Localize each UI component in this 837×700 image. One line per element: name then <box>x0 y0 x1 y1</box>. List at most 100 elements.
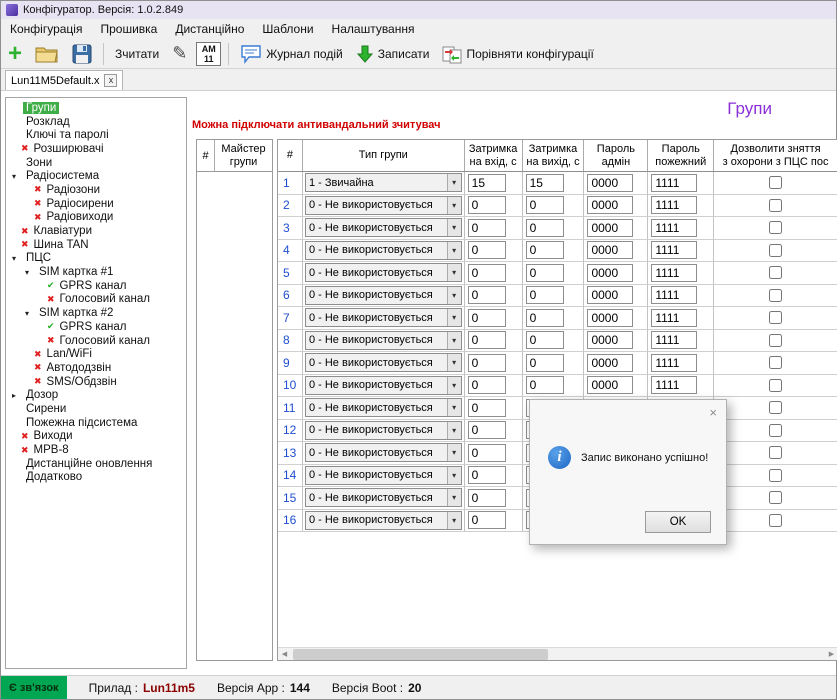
scrollbar-track[interactable] <box>291 648 825 660</box>
tree-item[interactable]: Дистанційне оновлення <box>6 457 186 471</box>
admin-password-input[interactable] <box>587 264 633 282</box>
entry-delay-input[interactable] <box>468 511 506 529</box>
group-type-select[interactable]: 0 - Не використовується ▾ <box>305 218 462 237</box>
disarm-pcs-checkbox[interactable] <box>769 334 782 347</box>
disarm-pcs-checkbox[interactable] <box>769 289 782 302</box>
tree-item[interactable]: ✖ Виходи <box>6 430 186 444</box>
tree-item[interactable]: ✔ GPRS канал <box>6 279 186 293</box>
group-type-select[interactable]: 0 - Не використовується ▾ <box>305 466 462 485</box>
device-address-badge[interactable]: AM 11 <box>196 42 221 66</box>
fire-password-input[interactable] <box>651 331 697 349</box>
tree-item[interactable]: ✖ Lan/WiFi <box>6 347 186 361</box>
tree-item[interactable]: ✖ Радіовиходи <box>6 211 186 225</box>
admin-password-input[interactable] <box>587 376 633 394</box>
scroll-left-icon[interactable]: ◀ <box>278 648 291 661</box>
group-type-select[interactable]: 0 - Не використовується ▾ <box>305 511 462 530</box>
entry-delay-input[interactable] <box>468 399 506 417</box>
admin-password-input[interactable] <box>587 219 633 237</box>
disarm-pcs-checkbox[interactable] <box>769 401 782 414</box>
entry-delay-input[interactable] <box>468 196 506 214</box>
entry-delay-input[interactable] <box>468 174 506 192</box>
entry-delay-input[interactable] <box>468 331 506 349</box>
group-type-select[interactable]: 0 - Не використовується ▾ <box>305 353 462 372</box>
tree-item[interactable]: ▾ ПЦС <box>6 252 186 266</box>
exit-delay-input[interactable] <box>526 331 564 349</box>
admin-password-input[interactable] <box>587 174 633 192</box>
tree-item[interactable]: Ключі та паролі <box>6 128 186 142</box>
disarm-pcs-checkbox[interactable] <box>769 514 782 527</box>
entry-delay-input[interactable] <box>468 241 506 259</box>
entry-delay-input[interactable] <box>468 264 506 282</box>
tree-item[interactable]: ✖ МРВ-8 <box>6 443 186 457</box>
disarm-pcs-checkbox[interactable] <box>769 266 782 279</box>
disarm-pcs-checkbox[interactable] <box>769 176 782 189</box>
group-type-select[interactable]: 1 - Звичайна ▾ <box>305 173 462 192</box>
admin-password-input[interactable] <box>587 241 633 259</box>
group-type-select[interactable]: 0 - Не використовується ▾ <box>305 421 462 440</box>
tree-item[interactable]: ✖ Голосовий канал <box>6 334 186 348</box>
admin-password-input[interactable] <box>587 286 633 304</box>
tree-item[interactable]: Додатково <box>6 471 186 485</box>
open-config-button[interactable] <box>31 41 63 67</box>
group-type-select[interactable]: 0 - Не використовується ▾ <box>305 376 462 395</box>
menu-item[interactable]: Прошивка <box>91 20 166 38</box>
tree-item[interactable]: ✖ SMS/Обдзвін <box>6 375 186 389</box>
event-log-button[interactable]: Журнал подій <box>236 41 346 67</box>
entry-delay-input[interactable] <box>468 466 506 484</box>
tree-item[interactable]: ✖ Шина TAN <box>6 238 186 252</box>
group-type-select[interactable]: 0 - Не використовується ▾ <box>305 398 462 417</box>
group-type-select[interactable]: 0 - Не використовується ▾ <box>305 241 462 260</box>
disarm-pcs-checkbox[interactable] <box>769 469 782 482</box>
fire-password-input[interactable] <box>651 309 697 327</box>
disarm-pcs-checkbox[interactable] <box>769 446 782 459</box>
write-button[interactable]: Записати <box>352 41 434 67</box>
scrollbar-thumb[interactable] <box>293 649 548 660</box>
group-type-select[interactable]: 0 - Не використовується ▾ <box>305 488 462 507</box>
compare-configs-button[interactable]: Порівняти конфігурації <box>438 41 597 67</box>
expander-icon[interactable]: ▾ <box>25 268 34 277</box>
disarm-pcs-checkbox[interactable] <box>769 221 782 234</box>
admin-password-input[interactable] <box>587 196 633 214</box>
exit-delay-input[interactable] <box>526 196 564 214</box>
tree-item[interactable]: ▾ Радіосистема <box>6 169 186 183</box>
entry-delay-input[interactable] <box>468 376 506 394</box>
exit-delay-input[interactable] <box>526 286 564 304</box>
tree-item[interactable]: Групи <box>6 101 186 115</box>
group-type-select[interactable]: 0 - Не використовується ▾ <box>305 443 462 462</box>
tree-item[interactable]: ▾ SIM картка #1 <box>6 265 186 279</box>
read-button[interactable]: Зчитати <box>111 41 163 67</box>
tree-item[interactable]: Розклад <box>6 115 186 129</box>
entry-delay-input[interactable] <box>468 354 506 372</box>
edit-button[interactable]: ✎ <box>168 41 191 67</box>
entry-delay-input[interactable] <box>468 421 506 439</box>
disarm-pcs-checkbox[interactable] <box>769 356 782 369</box>
horizontal-scrollbar[interactable]: ◀ ▶ <box>278 647 837 660</box>
expander-icon[interactable]: ▸ <box>12 391 21 400</box>
expander-icon[interactable]: ▾ <box>25 309 34 318</box>
exit-delay-input[interactable] <box>526 219 564 237</box>
tree-item[interactable]: ✖ Автододзвін <box>6 361 186 375</box>
exit-delay-input[interactable] <box>526 264 564 282</box>
entry-delay-input[interactable] <box>468 309 506 327</box>
fire-password-input[interactable] <box>651 376 697 394</box>
tree-item[interactable]: ✔ GPRS канал <box>6 320 186 334</box>
exit-delay-input[interactable] <box>526 354 564 372</box>
tree-item[interactable]: ✖ Радіосирени <box>6 197 186 211</box>
entry-delay-input[interactable] <box>468 286 506 304</box>
expander-icon[interactable]: ▾ <box>12 172 21 181</box>
menu-item[interactable]: Дистанційно <box>166 20 253 38</box>
tree-item[interactable]: Зони <box>6 156 186 170</box>
entry-delay-input[interactable] <box>468 444 506 462</box>
entry-delay-input[interactable] <box>468 219 506 237</box>
menu-item[interactable]: Конфігурація <box>1 20 91 38</box>
group-type-select[interactable]: 0 - Не використовується ▾ <box>305 196 462 215</box>
disarm-pcs-checkbox[interactable] <box>769 311 782 324</box>
fire-password-input[interactable] <box>651 241 697 259</box>
dialog-close-icon[interactable]: × <box>709 405 717 420</box>
fire-password-input[interactable] <box>651 286 697 304</box>
admin-password-input[interactable] <box>587 354 633 372</box>
save-config-button[interactable] <box>68 41 96 67</box>
tab-lun11m5default[interactable]: Lun11M5Default.x x <box>5 70 123 90</box>
admin-password-input[interactable] <box>587 331 633 349</box>
tree-item[interactable]: ✖ Розширювачі <box>6 142 186 156</box>
